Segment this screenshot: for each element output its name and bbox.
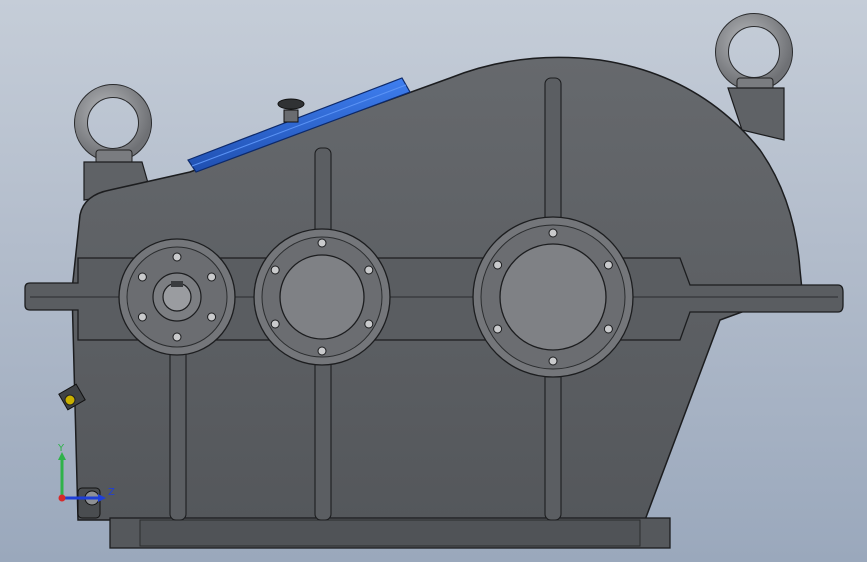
bolt-head [317, 238, 327, 248]
bolt-head [207, 272, 217, 282]
bolt-head [548, 228, 558, 238]
shaft-keyway [171, 281, 183, 287]
base-recess [139, 519, 641, 547]
bolt-head [493, 260, 503, 270]
x-axis-arrow [98, 494, 106, 502]
bolt-head [270, 265, 280, 275]
gearbox-model[interactable] [0, 0, 867, 562]
bolt-head [493, 324, 503, 334]
coordinate-triad: Y Z [57, 443, 115, 502]
bearing-cap-output[interactable] [472, 216, 634, 378]
bolt-head [270, 319, 280, 329]
bearing-cap-intermediate[interactable] [253, 228, 391, 366]
lifting-eye-right[interactable] [715, 13, 793, 93]
z-axis-label: Z [108, 487, 115, 498]
bolt-head [317, 346, 327, 356]
input-shaft[interactable] [162, 282, 192, 312]
bolt-head [548, 356, 558, 366]
bolt-head [364, 265, 374, 275]
bolt-head [207, 312, 217, 322]
bolt-head [603, 324, 613, 334]
bolt-head [172, 332, 182, 342]
bolt-head [137, 312, 147, 322]
bolt-head [603, 260, 613, 270]
bolt-head [364, 319, 374, 329]
lifting-eye-left[interactable] [74, 84, 152, 165]
graphics-viewport[interactable]: Y Z [0, 0, 867, 562]
bolt-head [137, 272, 147, 282]
z-axis [58, 494, 66, 502]
y-axis-label: Y [57, 443, 65, 454]
bolt-head [172, 252, 182, 262]
